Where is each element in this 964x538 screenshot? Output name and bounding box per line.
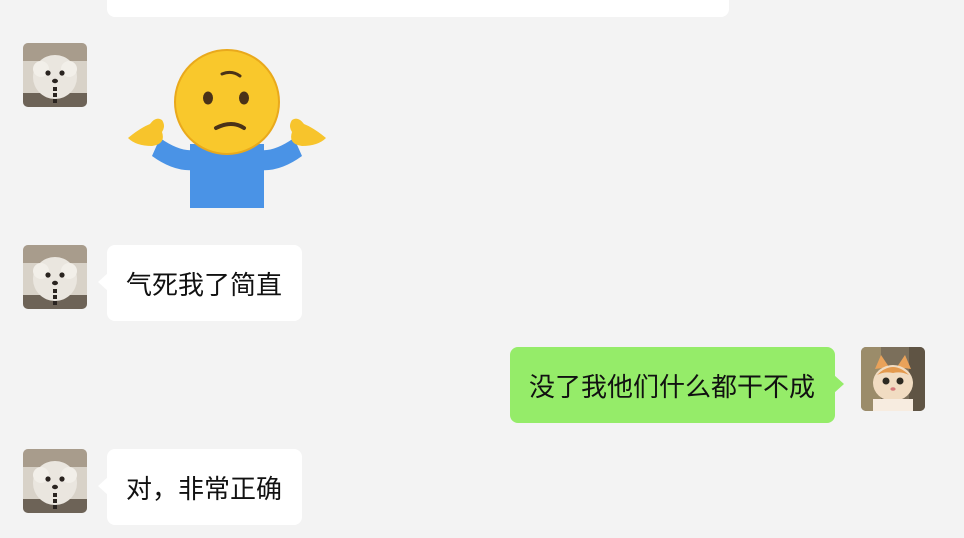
message-bubble-incoming[interactable]: 对，非常正确 [97, 449, 303, 525]
dog-avatar-icon[interactable] [23, 449, 87, 513]
chat-window: 气死我了简直 没了我他们什么都干不成 对，非常正确 [0, 0, 964, 538]
message-text: 对，非常正确 [126, 474, 283, 505]
message-text: 气死我了简直 [126, 270, 283, 301]
dog-avatar-icon[interactable] [23, 245, 87, 309]
dog-avatar-icon[interactable] [23, 43, 87, 107]
message-text: 没了我他们什么都干不成 [528, 372, 815, 403]
message-bubble-outgoing[interactable]: 没了我他们什么都干不成 [509, 347, 845, 423]
shrug-emoji-icon[interactable] [122, 46, 332, 216]
message-bubble-partial[interactable] [107, 0, 729, 17]
cat-avatar-icon[interactable] [861, 347, 925, 411]
message-bubble-incoming[interactable]: 气死我了简直 [97, 245, 303, 321]
